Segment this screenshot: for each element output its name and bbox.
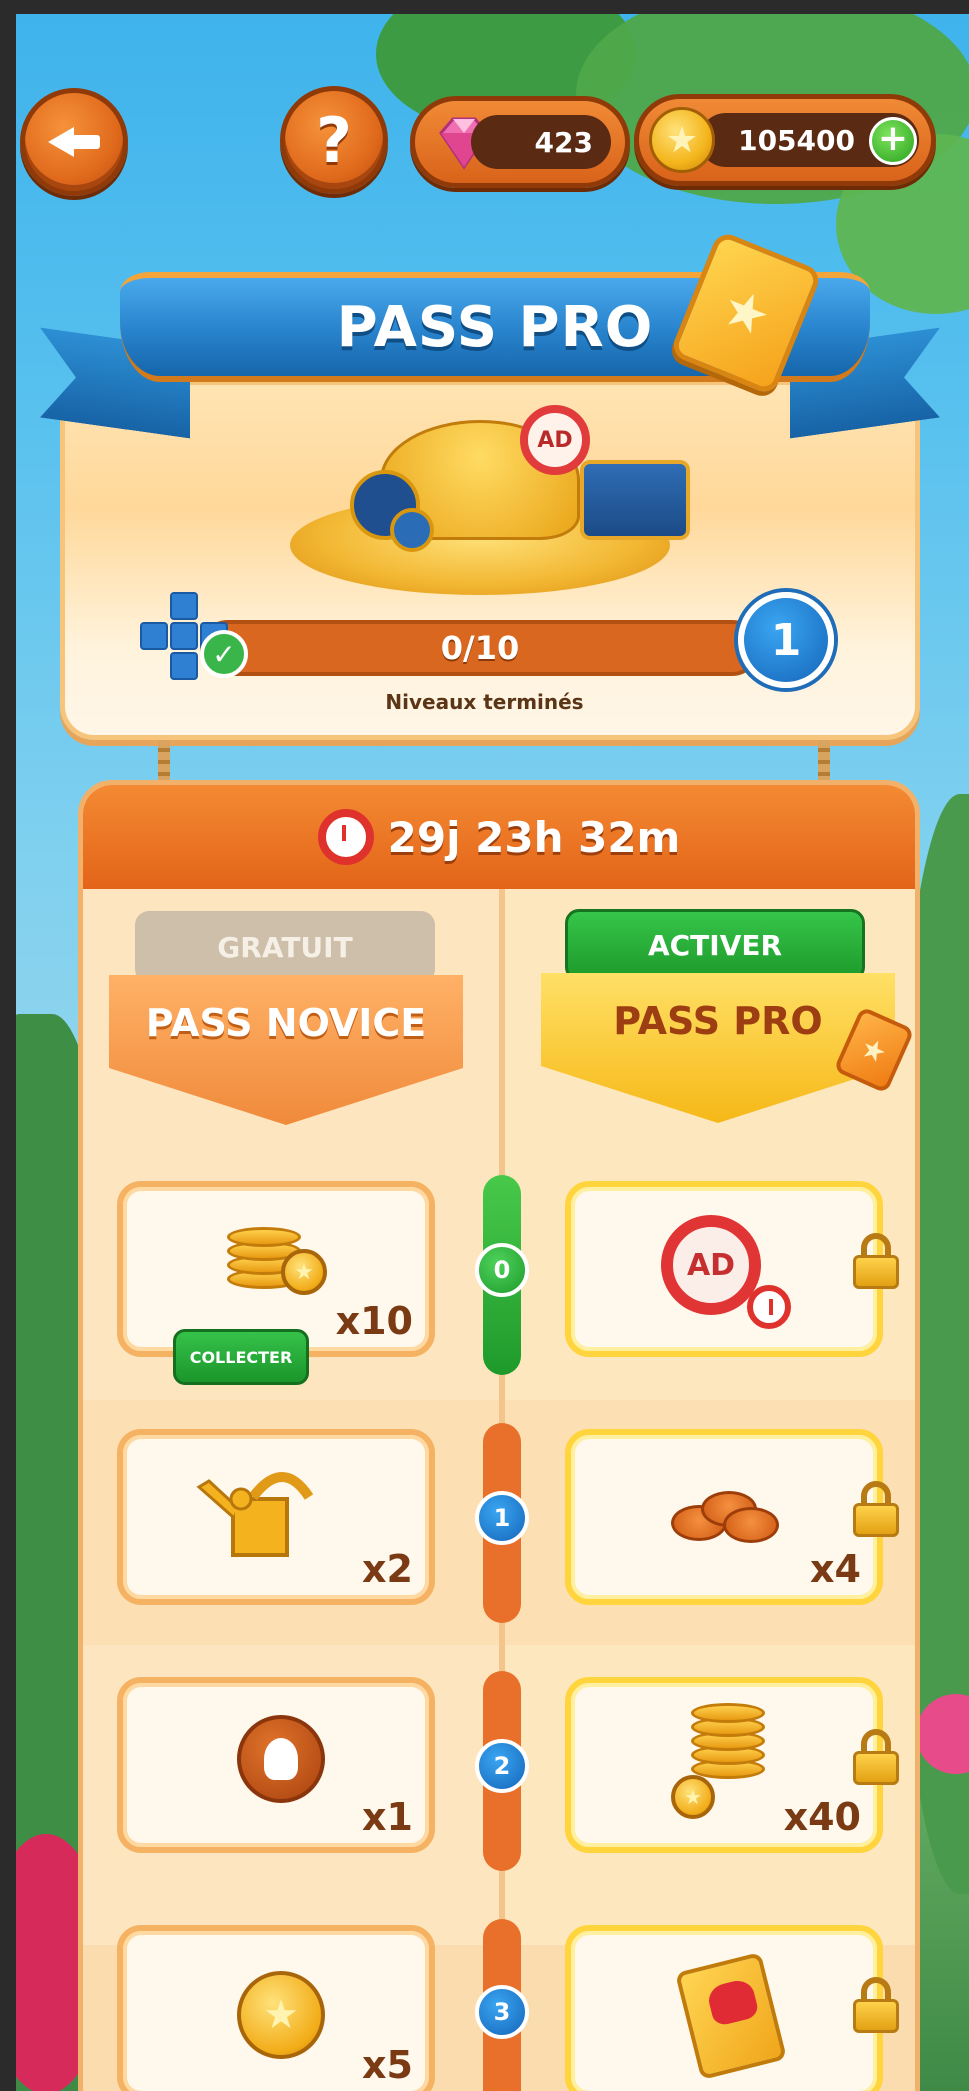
add-coins-button[interactable]: +	[869, 117, 917, 165]
reward-quantity: x2	[362, 1547, 413, 1591]
watering-can-icon	[196, 1472, 314, 1557]
free-tag: GRATUIT	[135, 911, 435, 983]
level-progress-bar: 0/10	[200, 620, 760, 676]
treasure-illustration: AD	[290, 400, 690, 600]
gem-counter[interactable]: 423	[410, 96, 630, 188]
lock-icon	[853, 1233, 899, 1289]
free-reward-3[interactable]: ★ x5	[117, 1925, 435, 2091]
check-icon: ✓	[200, 630, 248, 678]
no-ads-icon: AD	[520, 405, 590, 475]
gift-card-icon	[675, 1951, 787, 2081]
no-ads-icon: AD	[661, 1215, 761, 1315]
coin-icon: ★	[671, 1775, 715, 1819]
collect-button[interactable]: COLLECTER	[173, 1329, 309, 1385]
level-node: 0	[475, 1243, 529, 1297]
gem-count: 423	[471, 115, 611, 169]
reward-quantity: x40	[783, 1795, 861, 1839]
current-level-badge: 1	[738, 592, 834, 688]
pro-reward-1[interactable]: x4	[565, 1429, 883, 1605]
arrow-left-icon	[48, 123, 100, 161]
puzzle-icon: ✓	[140, 592, 260, 682]
coin-icon: ★	[649, 107, 715, 173]
pro-reward-3[interactable]	[565, 1925, 883, 2091]
reward-quantity: x1	[362, 1795, 413, 1839]
level-node: 3	[475, 1985, 529, 2039]
level-node: 1	[475, 1491, 529, 1545]
help-button[interactable]: ?	[280, 86, 388, 194]
pro-reward-0[interactable]: AD	[565, 1181, 883, 1357]
activate-button[interactable]: ACTIVER	[565, 909, 865, 981]
reward-quantity: x4	[810, 1547, 861, 1591]
pro-reward-2[interactable]: ★ x40	[565, 1677, 883, 1853]
timer-text: 29j 23h 32m	[387, 812, 681, 862]
coin-icon: ★	[281, 1249, 327, 1295]
medal-icon	[390, 508, 434, 552]
chest-icon	[580, 460, 690, 540]
level-node: 2	[475, 1739, 529, 1793]
free-reward-2[interactable]: x1	[117, 1677, 435, 1853]
coin-counter[interactable]: 105400 ★ +	[634, 94, 936, 186]
chips-icon	[671, 1485, 781, 1545]
lock-icon	[853, 1481, 899, 1537]
levels-completed-label: Niveaux terminés	[385, 690, 584, 714]
reward-track-panel: 29j 23h 32m GRATUIT PASS NOVICE ACTIVER …	[78, 780, 920, 2091]
back-button[interactable]	[20, 88, 128, 196]
progress-text: 0/10	[440, 629, 520, 667]
free-reward-1[interactable]: x2	[117, 1429, 435, 1605]
pass-title: PASS PRO	[336, 294, 654, 360]
lock-icon	[853, 1729, 899, 1785]
reward-quantity: x5	[362, 2043, 413, 2087]
reward-quantity: x10	[335, 1299, 413, 1343]
clock-icon	[747, 1285, 791, 1329]
timer-bar: 29j 23h 32m	[83, 785, 915, 889]
coin-stack-icon	[691, 1699, 765, 1779]
star-coin-icon: ★	[237, 1971, 325, 2059]
lock-icon	[853, 1977, 899, 2033]
clock-icon	[317, 809, 374, 865]
hint-bulb-icon	[237, 1715, 325, 1803]
